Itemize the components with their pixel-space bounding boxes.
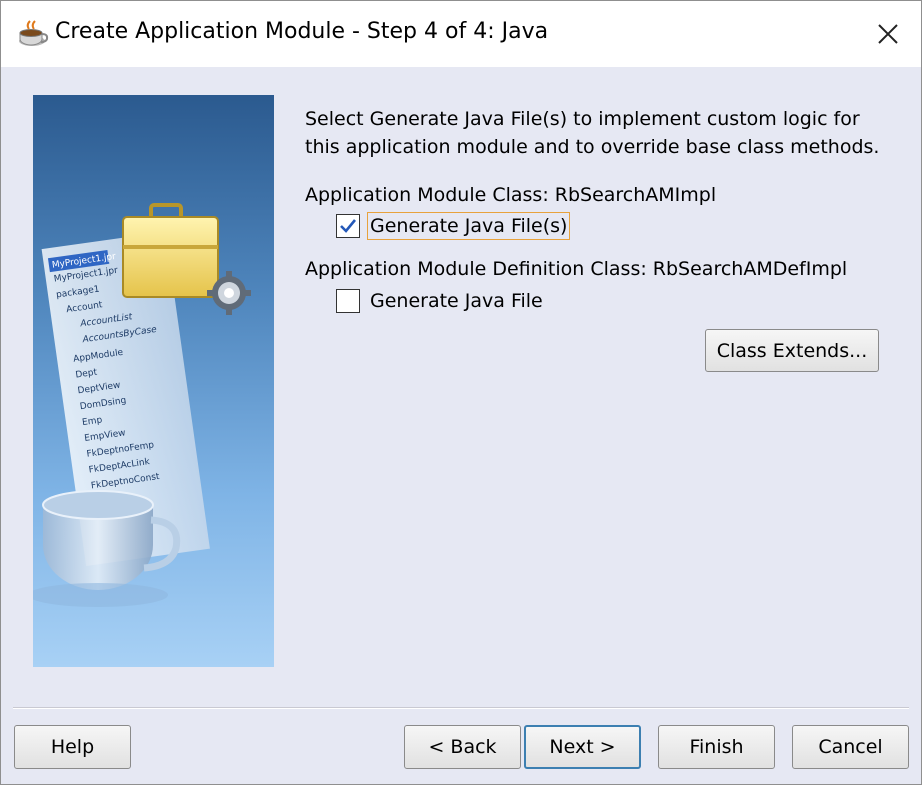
wizard-banner-image: MyProject1.jpr MyProject1.jpr package1 A… [33,95,274,667]
am-class-generate-checkbox[interactable] [336,214,360,238]
class-extends-button[interactable]: Class Extends... [705,329,879,372]
dialog-window: Create Application Module - Step 4 of 4:… [0,0,922,785]
am-class-label: Application Module Class: RbSearchAMImpl [305,184,717,206]
intro-line-1: Select Generate Java File(s) to implemen… [305,108,860,130]
help-button[interactable]: Help [14,725,131,769]
am-class-generate-row[interactable]: Generate Java File(s) [336,212,571,240]
divider [13,707,909,709]
am-def-class-generate-label[interactable]: Generate Java File [368,288,545,314]
back-button[interactable]: < Back [404,725,521,769]
title-bar: Create Application Module - Step 4 of 4:… [1,1,921,67]
am-def-class-label: Application Module Definition Class: RbS… [305,258,848,280]
java-cup-icon [17,19,49,53]
am-def-class-generate-row[interactable]: Generate Java File [336,288,545,314]
briefcase-icon [122,203,219,298]
am-class-generate-label[interactable]: Generate Java File(s) [366,212,571,240]
am-def-class-generate-checkbox[interactable] [336,289,360,313]
intro-line-2: this application module and to override … [305,136,880,158]
next-button[interactable]: Next > [524,725,641,769]
close-icon[interactable] [855,1,921,67]
finish-button[interactable]: Finish [658,725,775,769]
cancel-button[interactable]: Cancel [792,725,909,769]
window-title: Create Application Module - Step 4 of 4:… [55,19,549,44]
checkmark-icon [340,219,357,233]
intro-text: Select Generate Java File(s) to implemen… [305,105,879,161]
